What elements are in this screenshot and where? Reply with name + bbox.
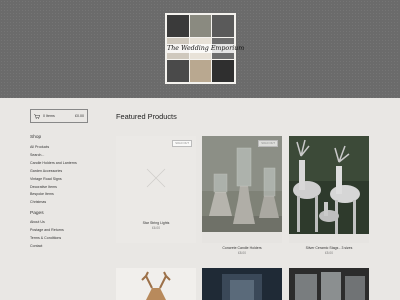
deer-head-photo xyxy=(116,268,196,300)
pages-nav: About Us Postage and Returns Terms & Con… xyxy=(30,219,64,251)
sold-out-badge: SOLD OUT xyxy=(258,140,278,147)
product-card[interactable]: SOLD OUT Concrete Candle Holders £8.00 xyxy=(202,136,282,255)
product-name[interactable]: Silver Ceramic Stags - 3 sizes xyxy=(289,246,369,250)
cart-total: £0.00 xyxy=(75,114,84,118)
product-card[interactable] xyxy=(202,268,282,300)
product-card[interactable] xyxy=(116,268,196,300)
product-price: £6.00 xyxy=(152,226,160,230)
lantern-photo xyxy=(202,268,282,300)
sold-out-badge: SOLD OUT xyxy=(172,140,192,147)
cart-summary-button[interactable]: 0 Items £0.00 xyxy=(30,109,88,123)
image-placeholder-icon xyxy=(146,168,166,188)
product-name[interactable]: Star String Lights xyxy=(116,221,196,225)
shop-heading: Shop xyxy=(30,135,42,140)
glass-lanterns-photo xyxy=(289,268,369,300)
logo-photo-tile xyxy=(167,60,189,82)
product-name[interactable]: Concrete Candle Holders xyxy=(202,246,282,250)
cart-icon xyxy=(34,113,40,119)
shop-link-vintage-road-signs[interactable]: Vintage Road Signs xyxy=(30,176,77,184)
page-link-postage-returns[interactable]: Postage and Returns xyxy=(30,227,64,235)
shop-link-garden-accessories[interactable]: Garden Accessories xyxy=(30,168,77,176)
page-link-about-us[interactable]: About Us xyxy=(30,219,64,227)
shop-link-decorative-items[interactable]: Decorative Items xyxy=(30,184,77,192)
product-image[interactable]: SOLD OUT xyxy=(202,136,282,243)
site-logo[interactable]: The Wedding Emporium xyxy=(165,13,245,84)
product-price: £8.00 xyxy=(238,251,246,255)
product-card[interactable]: SOLD OUT Star String Lights £6.00 xyxy=(116,136,196,243)
shop-link-christmas[interactable]: Christmas xyxy=(30,199,77,207)
product-card[interactable]: Silver Ceramic Stags - 3 sizes £5.00 xyxy=(289,136,369,255)
shop-link-search[interactable]: Search... xyxy=(30,152,77,160)
product-price: £5.00 xyxy=(325,251,333,255)
shop-nav: All Products Search... Candle Holders an… xyxy=(30,144,77,207)
logo-photo-tile xyxy=(189,15,212,37)
logo-text: The Wedding Emporium xyxy=(167,44,245,53)
site-header: The Wedding Emporium xyxy=(0,0,400,98)
pages-heading: Pages xyxy=(30,211,44,216)
logo-photo-tile xyxy=(212,60,234,82)
logo-photo-tile xyxy=(167,15,189,37)
page-link-terms[interactable]: Terms & Conditions xyxy=(30,235,64,243)
cart-items-count: 0 Items xyxy=(43,114,55,118)
logo-photo-tile xyxy=(212,15,234,37)
shop-link-candle-holders[interactable]: Candle Holders and Lanterns xyxy=(30,160,77,168)
shop-link-bespoke-items[interactable]: Bespoke Items xyxy=(30,191,77,199)
featured-products-title: Featured Products xyxy=(116,112,177,121)
candle-holders-photo xyxy=(202,136,282,243)
silver-stags-photo xyxy=(289,136,369,243)
shop-link-all-products[interactable]: All Products xyxy=(30,144,77,152)
logo-photo-tile xyxy=(189,60,212,82)
product-image-placeholder[interactable]: SOLD OUT Star String Lights £6.00 xyxy=(116,136,196,243)
product-image[interactable] xyxy=(289,136,369,243)
page-link-contact[interactable]: Contact xyxy=(30,243,64,251)
product-card[interactable] xyxy=(289,268,369,300)
